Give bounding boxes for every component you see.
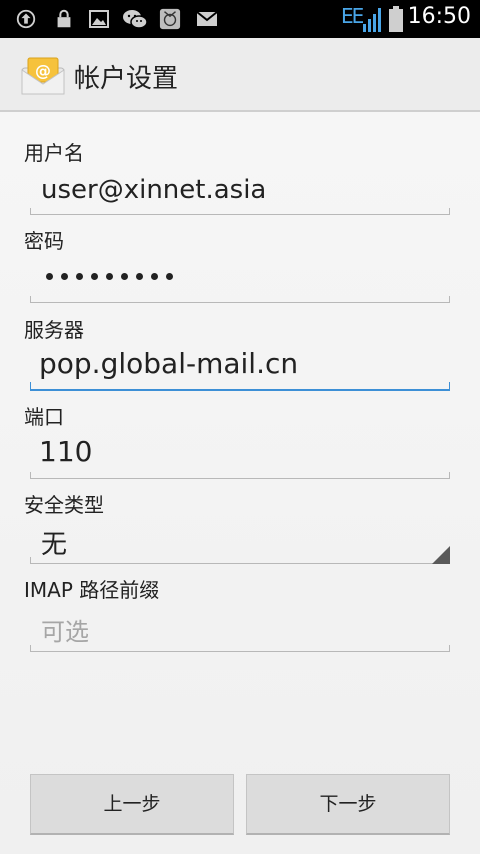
security-type-underline	[30, 555, 450, 564]
account-settings-form	[0, 112, 480, 854]
port-underline	[30, 470, 450, 479]
password-mask	[46, 273, 173, 283]
upload-icon	[16, 9, 36, 29]
server-underline	[30, 381, 450, 391]
next-button[interactable]: 下一步	[246, 774, 450, 835]
battery-icon	[389, 6, 403, 32]
action-bar: @ 帐户设置	[0, 38, 480, 112]
password-field[interactable]	[30, 257, 450, 303]
security-type-select[interactable]: 无	[30, 518, 450, 564]
imap-prefix-field[interactable]: 可选	[30, 606, 450, 652]
mail-icon	[196, 11, 218, 26]
imap-prefix-underline	[30, 643, 450, 652]
dropdown-arrow-icon	[432, 546, 450, 564]
username-value: user@xinnet.asia	[41, 175, 267, 205]
username-field[interactable]: user@xinnet.asia	[30, 169, 450, 215]
username-underline	[30, 206, 450, 215]
port-label: 端口	[24, 405, 64, 429]
password-underline	[30, 294, 450, 303]
server-label: 服务器	[24, 318, 84, 342]
signal-icon	[363, 8, 381, 32]
app-icon	[159, 8, 181, 30]
status-time: 16:50	[407, 4, 471, 29]
security-type-label: 安全类型	[24, 493, 104, 517]
lock-icon	[57, 9, 71, 28]
image-icon	[89, 10, 109, 28]
server-field[interactable]: pop.global-mail.cn	[30, 345, 450, 391]
svg-text:@: @	[35, 61, 51, 80]
username-label: 用户名	[24, 141, 84, 165]
imap-prefix-label: IMAP 路径前缀	[24, 578, 160, 602]
server-value: pop.global-mail.cn	[39, 347, 299, 380]
password-label: 密码	[24, 229, 64, 253]
previous-button[interactable]: 上一步	[30, 774, 234, 835]
page-title: 帐户设置	[74, 64, 179, 94]
email-icon[interactable]: @	[20, 56, 66, 96]
status-bar: EE 16:50	[0, 0, 480, 38]
network-type: EE	[341, 4, 364, 28]
imap-prefix-placeholder: 可选	[41, 618, 89, 646]
port-field[interactable]: 110	[30, 433, 450, 479]
port-value: 110	[39, 435, 93, 468]
wechat-icon	[123, 10, 148, 29]
